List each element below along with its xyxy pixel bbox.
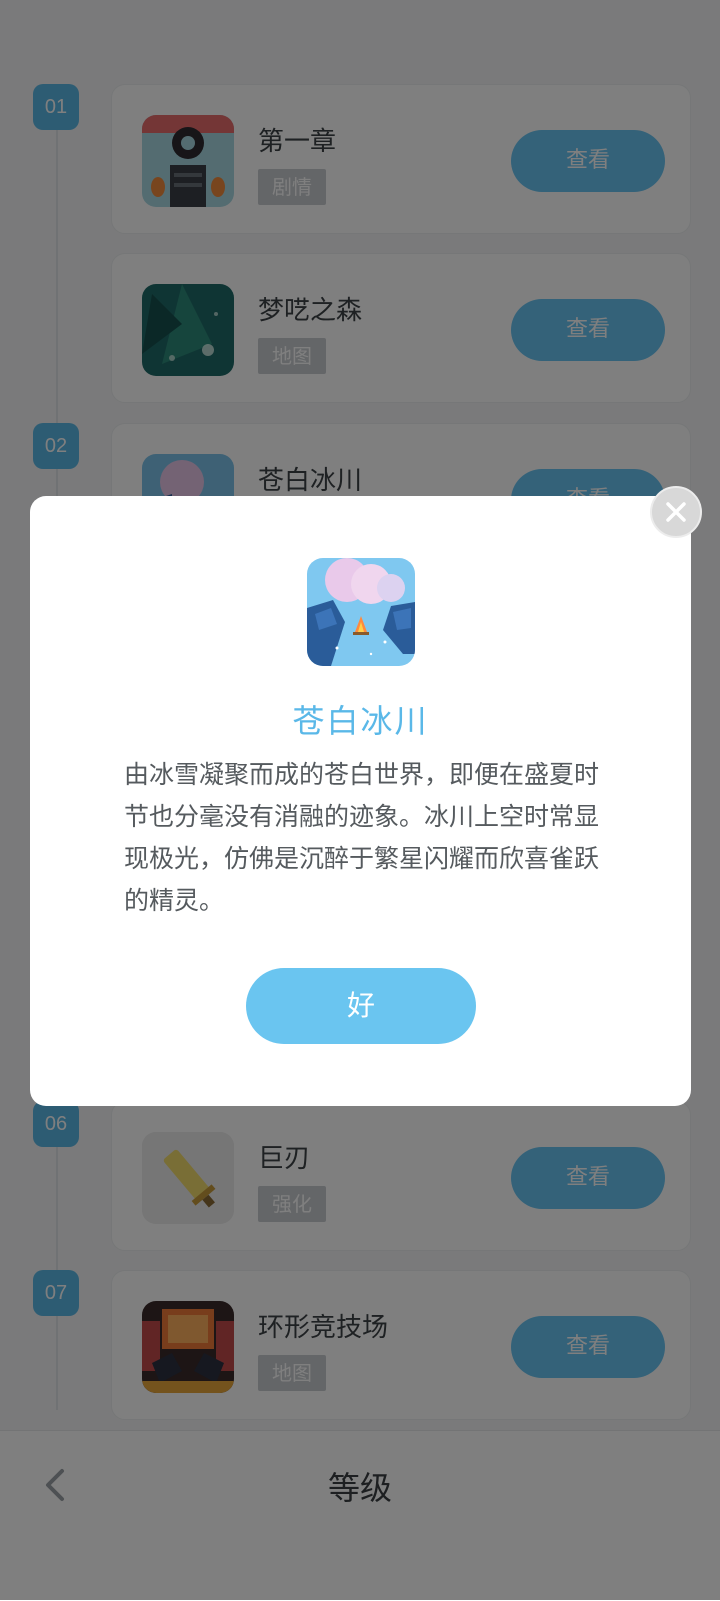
glacier-map-image [307, 558, 415, 666]
close-icon[interactable] [650, 486, 702, 538]
dialog-description: 由冰雪凝聚而成的苍白世界，即便在盛夏时节也分毫没有消融的迹象。冰川上空时常显现极… [124, 760, 600, 915]
ok-button[interactable]: 好 [246, 968, 476, 1044]
level-detail-dialog: 苍白冰川 由冰雪凝聚而成的苍白世界，即便在盛夏时节也分毫没有消融的迹象。冰川上空… [30, 496, 691, 1106]
dialog-title: 苍白冰川 [292, 702, 429, 740]
